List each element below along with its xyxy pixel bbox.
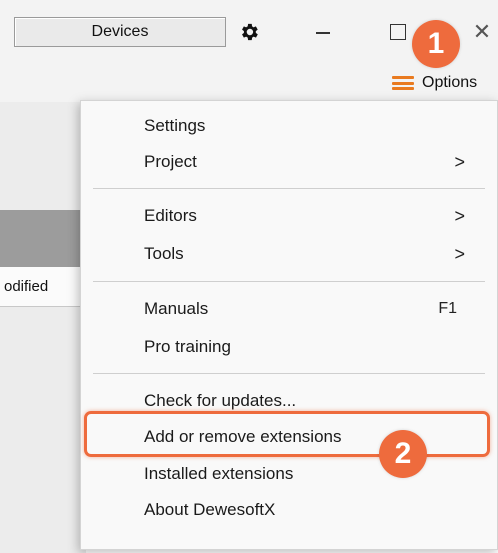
menu-separator [93, 373, 485, 374]
menu-item-pro-training[interactable]: Pro training [81, 329, 497, 365]
menu-item-label: Editors [144, 206, 197, 225]
menu-item-project[interactable]: Project > [81, 144, 497, 180]
maximize-icon[interactable] [390, 24, 406, 40]
minimize-icon[interactable] [316, 32, 330, 34]
left-pane [0, 102, 86, 553]
gear-icon[interactable] [238, 21, 260, 43]
step-1-badge: 1 [412, 20, 460, 68]
menu-separator [93, 188, 485, 189]
menu-item-label: About DewesoftX [144, 500, 276, 519]
chevron-right-icon: > [454, 244, 465, 264]
options-dropdown-menu: Settings Project > Editors > Tools > Man… [80, 100, 498, 550]
modified-column-header[interactable]: odified [0, 267, 86, 307]
menu-item-label: Manuals [144, 299, 209, 318]
close-icon[interactable]: ✕ [472, 21, 492, 43]
devices-button-label: Devices [91, 23, 149, 40]
chevron-right-icon: > [454, 206, 465, 226]
step-2-badge: 2 [379, 430, 427, 478]
menu-item-shortcut: F1 [438, 300, 457, 317]
menu-separator [93, 281, 485, 282]
grid-header-area [0, 210, 86, 267]
menu-item-about[interactable]: About DewesoftX [81, 492, 497, 528]
menu-item-label: Pro training [144, 337, 231, 356]
options-label: Options [422, 74, 478, 91]
highlight-frame [84, 411, 490, 457]
menu-item-installed-extensions[interactable]: Installed extensions [81, 456, 497, 492]
app-window: Devices ✕ Options odified Settings Proje… [0, 0, 498, 553]
menu-item-tools[interactable]: Tools > [81, 236, 497, 272]
menu-item-label: Project [144, 152, 197, 171]
menu-item-label: Installed extensions [144, 464, 294, 483]
menu-item-editors[interactable]: Editors > [81, 198, 497, 234]
menu-item-label: Settings [144, 116, 206, 135]
options-button[interactable]: Options [392, 68, 477, 98]
menu-item-settings[interactable]: Settings [81, 108, 497, 144]
chevron-right-icon: > [454, 152, 465, 172]
menu-item-label: Tools [144, 244, 184, 263]
devices-button[interactable]: Devices [14, 17, 226, 47]
menu-item-manuals[interactable]: Manuals F1 [81, 291, 497, 327]
hamburger-menu-icon [392, 76, 414, 90]
